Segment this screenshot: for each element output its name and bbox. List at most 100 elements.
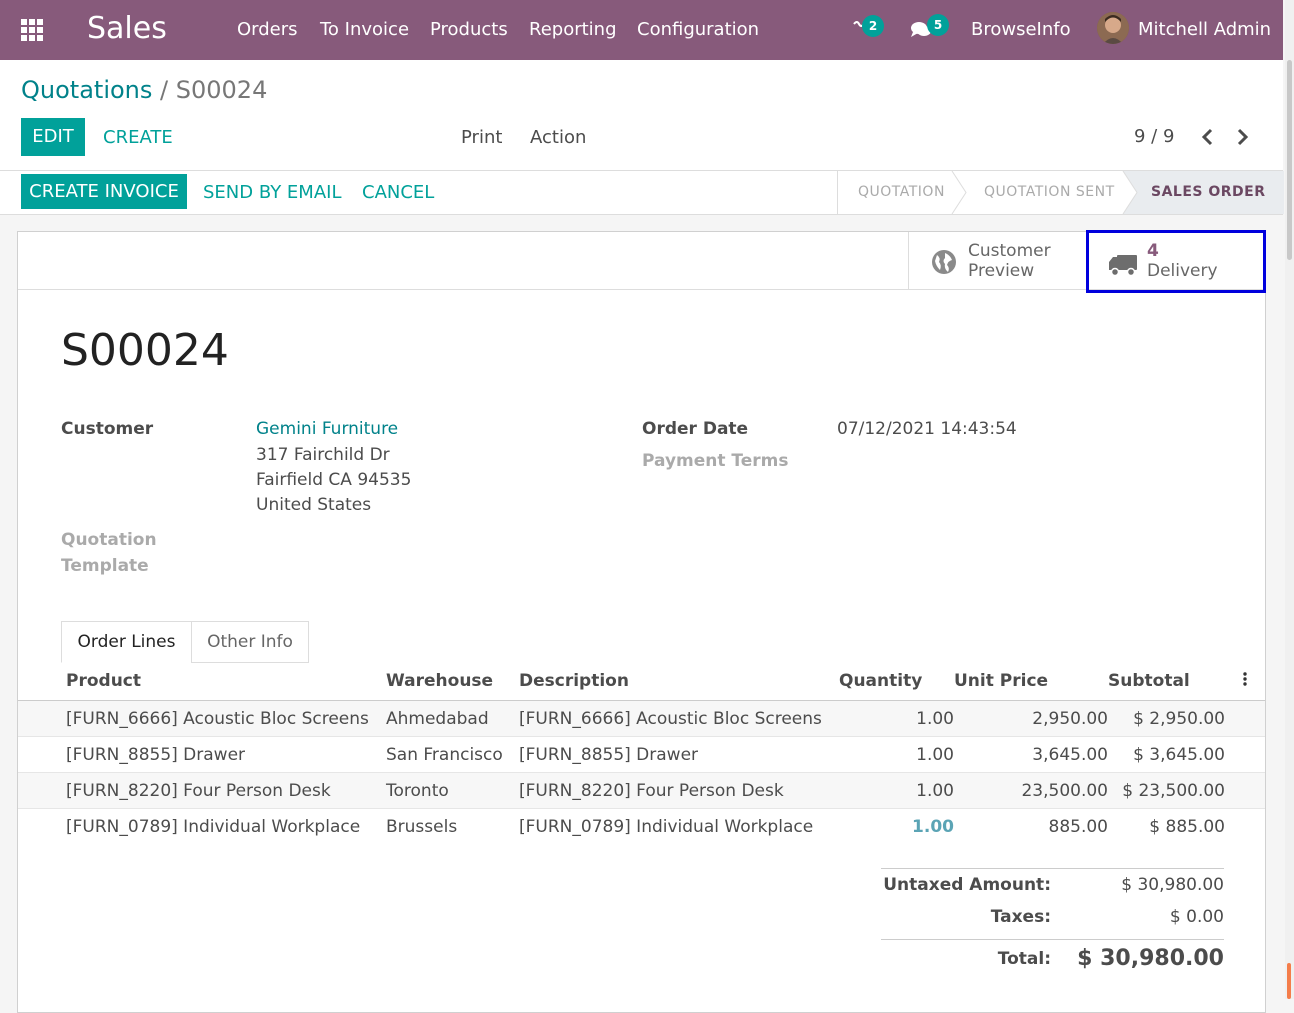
- row-quantity: 1.00: [912, 816, 954, 837]
- customer-preview-label-line1: Customer: [968, 241, 1051, 261]
- row-description: [FURN_8855] Drawer: [519, 736, 839, 773]
- action-menu[interactable]: Action: [530, 127, 586, 148]
- row-unit-price: 885.00: [1048, 816, 1108, 837]
- cancel-button[interactable]: CANCEL: [362, 182, 434, 203]
- control-panel: Quotations / S00024 EDIT CREATE Print Ac…: [0, 60, 1283, 171]
- total-row: Total: $ 30,980.00: [881, 946, 1224, 982]
- row-subtotal: $ 23,500.00: [1108, 772, 1225, 809]
- row-warehouse: San Francisco: [386, 736, 519, 773]
- page-scrollbar-thumb[interactable]: [1287, 60, 1292, 260]
- user-avatar[interactable]: [1097, 12, 1129, 44]
- stage-sales-order: SALES ORDER: [1151, 184, 1266, 200]
- untaxed-amount-value: $ 30,980.00: [1121, 875, 1224, 895]
- button-box: Customer Preview 4 Delivery: [18, 230, 1266, 293]
- customer-preview-label-line2: Preview: [968, 261, 1035, 281]
- order-name: S00024: [61, 325, 229, 376]
- column-product[interactable]: Product: [66, 662, 386, 701]
- app-menu-icon[interactable]: [21, 19, 43, 41]
- row-quantity: 1.00: [839, 700, 954, 737]
- row-warehouse: Brussels: [386, 816, 458, 837]
- untaxed-amount-row: Untaxed Amount: $ 30,980.00: [881, 875, 1224, 907]
- menu-to-invoice[interactable]: To Invoice: [320, 19, 409, 40]
- tab-order-lines[interactable]: Order Lines: [61, 621, 192, 663]
- table-row[interactable]: [FURN_8855] Drawer San Francisco [FURN_8…: [18, 736, 1265, 773]
- stage-quotation[interactable]: QUOTATION: [858, 184, 945, 200]
- row-description: [FURN_6666] Acoustic Bloc Screens: [519, 700, 839, 737]
- row-quantity: 1.00: [839, 772, 954, 809]
- payment-terms-label: Payment Terms: [642, 451, 789, 471]
- quotation-template-label-line2: Template: [61, 556, 149, 576]
- total-label: Total:: [997, 949, 1051, 969]
- top-navbar: Sales Orders To Invoice Products Reporti…: [0, 0, 1283, 60]
- send-by-email-button[interactable]: SEND BY EMAIL: [203, 182, 341, 203]
- pager-previous-icon[interactable]: [1200, 128, 1214, 151]
- form-sheet: Customer Preview 4 Delivery S00024 Custo…: [17, 230, 1266, 1013]
- table-row[interactable]: [FURN_0789] Individual Workplace Brussel…: [18, 809, 1265, 845]
- messages-count-badge: 5: [927, 14, 949, 36]
- user-menu[interactable]: Mitchell Admin: [1138, 19, 1271, 40]
- row-product: [FURN_8855] Drawer: [66, 736, 386, 773]
- row-subtotal: $ 885.00: [1149, 816, 1225, 837]
- taxes-value: $ 0.00: [1169, 907, 1224, 927]
- breadcrumb: Quotations / S00024: [21, 76, 267, 104]
- column-description[interactable]: Description: [519, 662, 839, 701]
- customer-address-line1: 317 Fairchild Dr: [256, 445, 390, 465]
- pager-next-icon[interactable]: [1236, 128, 1250, 151]
- activity-count-badge: 2: [862, 15, 884, 37]
- row-unit-price: 3,645.00: [954, 736, 1108, 773]
- menu-configuration[interactable]: Configuration: [637, 19, 759, 40]
- scroll-accent-marker: [1287, 963, 1291, 999]
- delivery-smart-button[interactable]: 4 Delivery: [1086, 230, 1266, 293]
- order-lines-table: Product Warehouse Description Quantity U…: [18, 662, 1265, 844]
- quotation-template-label-line1: Quotation: [61, 530, 157, 550]
- stage-quotation-sent[interactable]: QUOTATION SENT: [984, 184, 1115, 200]
- row-product: [FURN_8220] Four Person Desk: [66, 772, 386, 809]
- row-subtotal: $ 2,950.00: [1108, 700, 1225, 737]
- create-button[interactable]: CREATE: [103, 127, 173, 148]
- print-menu[interactable]: Print: [461, 127, 502, 148]
- row-unit-price: 23,500.00: [954, 772, 1108, 809]
- breadcrumb-quotations[interactable]: Quotations: [21, 76, 152, 104]
- tab-other-info[interactable]: Other Info: [191, 621, 309, 663]
- row-warehouse: Toronto: [386, 772, 519, 809]
- delivery-count: 4: [1147, 241, 1159, 261]
- untaxed-amount-label: Untaxed Amount:: [883, 875, 1051, 895]
- row-description: [FURN_8220] Four Person Desk: [519, 772, 839, 809]
- table-header-row: Product Warehouse Description Quantity U…: [18, 662, 1265, 701]
- table-row[interactable]: [FURN_8220] Four Person Desk Toronto [FU…: [18, 772, 1265, 809]
- quotation-template-label: Quotation Template: [61, 527, 157, 579]
- menu-reporting[interactable]: Reporting: [529, 19, 617, 40]
- globe-icon: [931, 249, 957, 280]
- column-subtotal[interactable]: Subtotal: [1108, 662, 1225, 701]
- create-invoice-button[interactable]: CREATE INVOICE: [21, 174, 187, 209]
- row-subtotal: $ 3,645.00: [1108, 736, 1225, 773]
- optional-columns-icon[interactable]: [1225, 662, 1265, 701]
- column-warehouse[interactable]: Warehouse: [386, 662, 519, 701]
- menu-products[interactable]: Products: [430, 19, 508, 40]
- customer-address-line3: United States: [256, 495, 372, 515]
- truck-icon: [1108, 253, 1138, 282]
- column-quantity[interactable]: Quantity: [839, 662, 954, 701]
- taxes-label: Taxes:: [990, 907, 1051, 927]
- row-product: [FURN_6666] Acoustic Bloc Screens: [66, 700, 386, 737]
- pager-value[interactable]: 9 / 9: [1134, 126, 1174, 147]
- edit-button[interactable]: EDIT: [21, 118, 85, 156]
- taxes-row: Taxes: $ 0.00: [881, 907, 1224, 939]
- menu-orders[interactable]: Orders: [237, 19, 298, 40]
- customer-preview-button[interactable]: Customer Preview: [908, 232, 1086, 289]
- customer-address-line2: Fairfield CA 94535: [256, 470, 412, 490]
- table-row[interactable]: [FURN_6666] Acoustic Bloc Screens Ahmeda…: [18, 700, 1265, 737]
- app-name[interactable]: Sales: [87, 11, 167, 46]
- stage-pipeline: QUOTATION QUOTATION SENT SALES ORDER: [837, 171, 1284, 214]
- company-switcher[interactable]: BrowseInfo: [971, 19, 1071, 40]
- row-warehouse: Ahmedabad: [386, 700, 519, 737]
- order-date-value: 07/12/2021 14:43:54: [837, 419, 1017, 439]
- customer-label: Customer: [61, 419, 154, 439]
- row-product: [FURN_0789] Individual Workplace: [66, 816, 361, 837]
- column-unit-price[interactable]: Unit Price: [954, 662, 1108, 701]
- delivery-label: Delivery: [1147, 261, 1218, 281]
- breadcrumb-separator: /: [160, 76, 169, 104]
- status-bar: CREATE INVOICE SEND BY EMAIL CANCEL QUOT…: [0, 171, 1284, 215]
- customer-link[interactable]: Gemini Furniture: [256, 419, 398, 439]
- total-value: $ 30,980.00: [1077, 946, 1224, 971]
